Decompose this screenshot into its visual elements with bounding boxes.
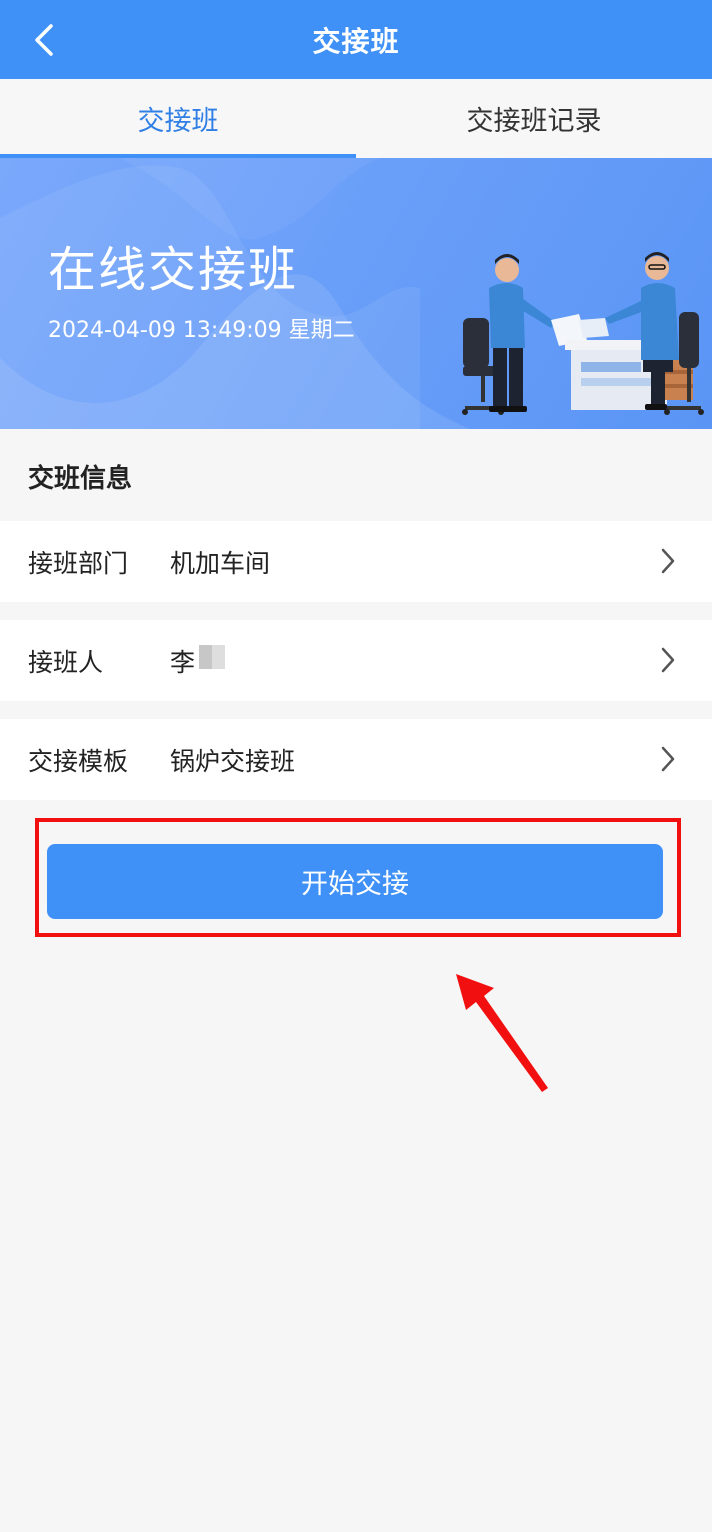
- handover-illustration: [462, 252, 704, 415]
- page-title: 交接班: [312, 24, 400, 58]
- row-label: 交接模板: [28, 746, 129, 776]
- tab-bar: 交接班 交接班记录: [0, 79, 712, 158]
- row-receiving-person[interactable]: 接班人 李: [0, 620, 712, 701]
- navbar: 交接班: [0, 0, 712, 79]
- back-button[interactable]: [26, 20, 62, 60]
- start-handover-button[interactable]: 开始交接: [47, 844, 663, 919]
- banner: 在线交接班 2024-04-09 13:49:09 星期二: [0, 158, 712, 429]
- banner-title: 在线交接班: [48, 242, 299, 298]
- row-value: 锅炉交接班: [170, 742, 295, 778]
- redacted-name-blur: [199, 644, 226, 669]
- row-value-text: 机加车间: [170, 548, 271, 578]
- banner-datetime: 2024-04-09 13:49:09 星期二: [48, 318, 355, 343]
- page: 交接班 交接班 交接班记录 在线交接班 2024-04-09 13:49:09 …: [0, 0, 712, 1532]
- annotation-arrow-icon: [456, 974, 548, 1092]
- row-label: 接班人: [28, 647, 104, 677]
- back-arrow-icon: [35, 24, 53, 56]
- tab-handover[interactable]: 交接班: [0, 79, 356, 158]
- row-handover-template[interactable]: 交接模板 锅炉交接班: [0, 719, 712, 800]
- row-value-text: 李: [170, 647, 196, 677]
- row-value: 机加车间: [170, 544, 270, 580]
- tab-handover-records[interactable]: 交接班记录: [356, 79, 712, 158]
- chevron-right-icon: [661, 746, 675, 772]
- row-value: 李: [170, 643, 226, 679]
- row-value-text: 锅炉交接班: [170, 746, 296, 776]
- chevron-right-icon: [661, 647, 675, 673]
- section-title-handover-info: 交班信息: [28, 464, 133, 494]
- chevron-right-icon: [661, 548, 675, 574]
- row-receiving-department[interactable]: 接班部门 机加车间: [0, 521, 712, 602]
- row-label: 接班部门: [28, 548, 129, 578]
